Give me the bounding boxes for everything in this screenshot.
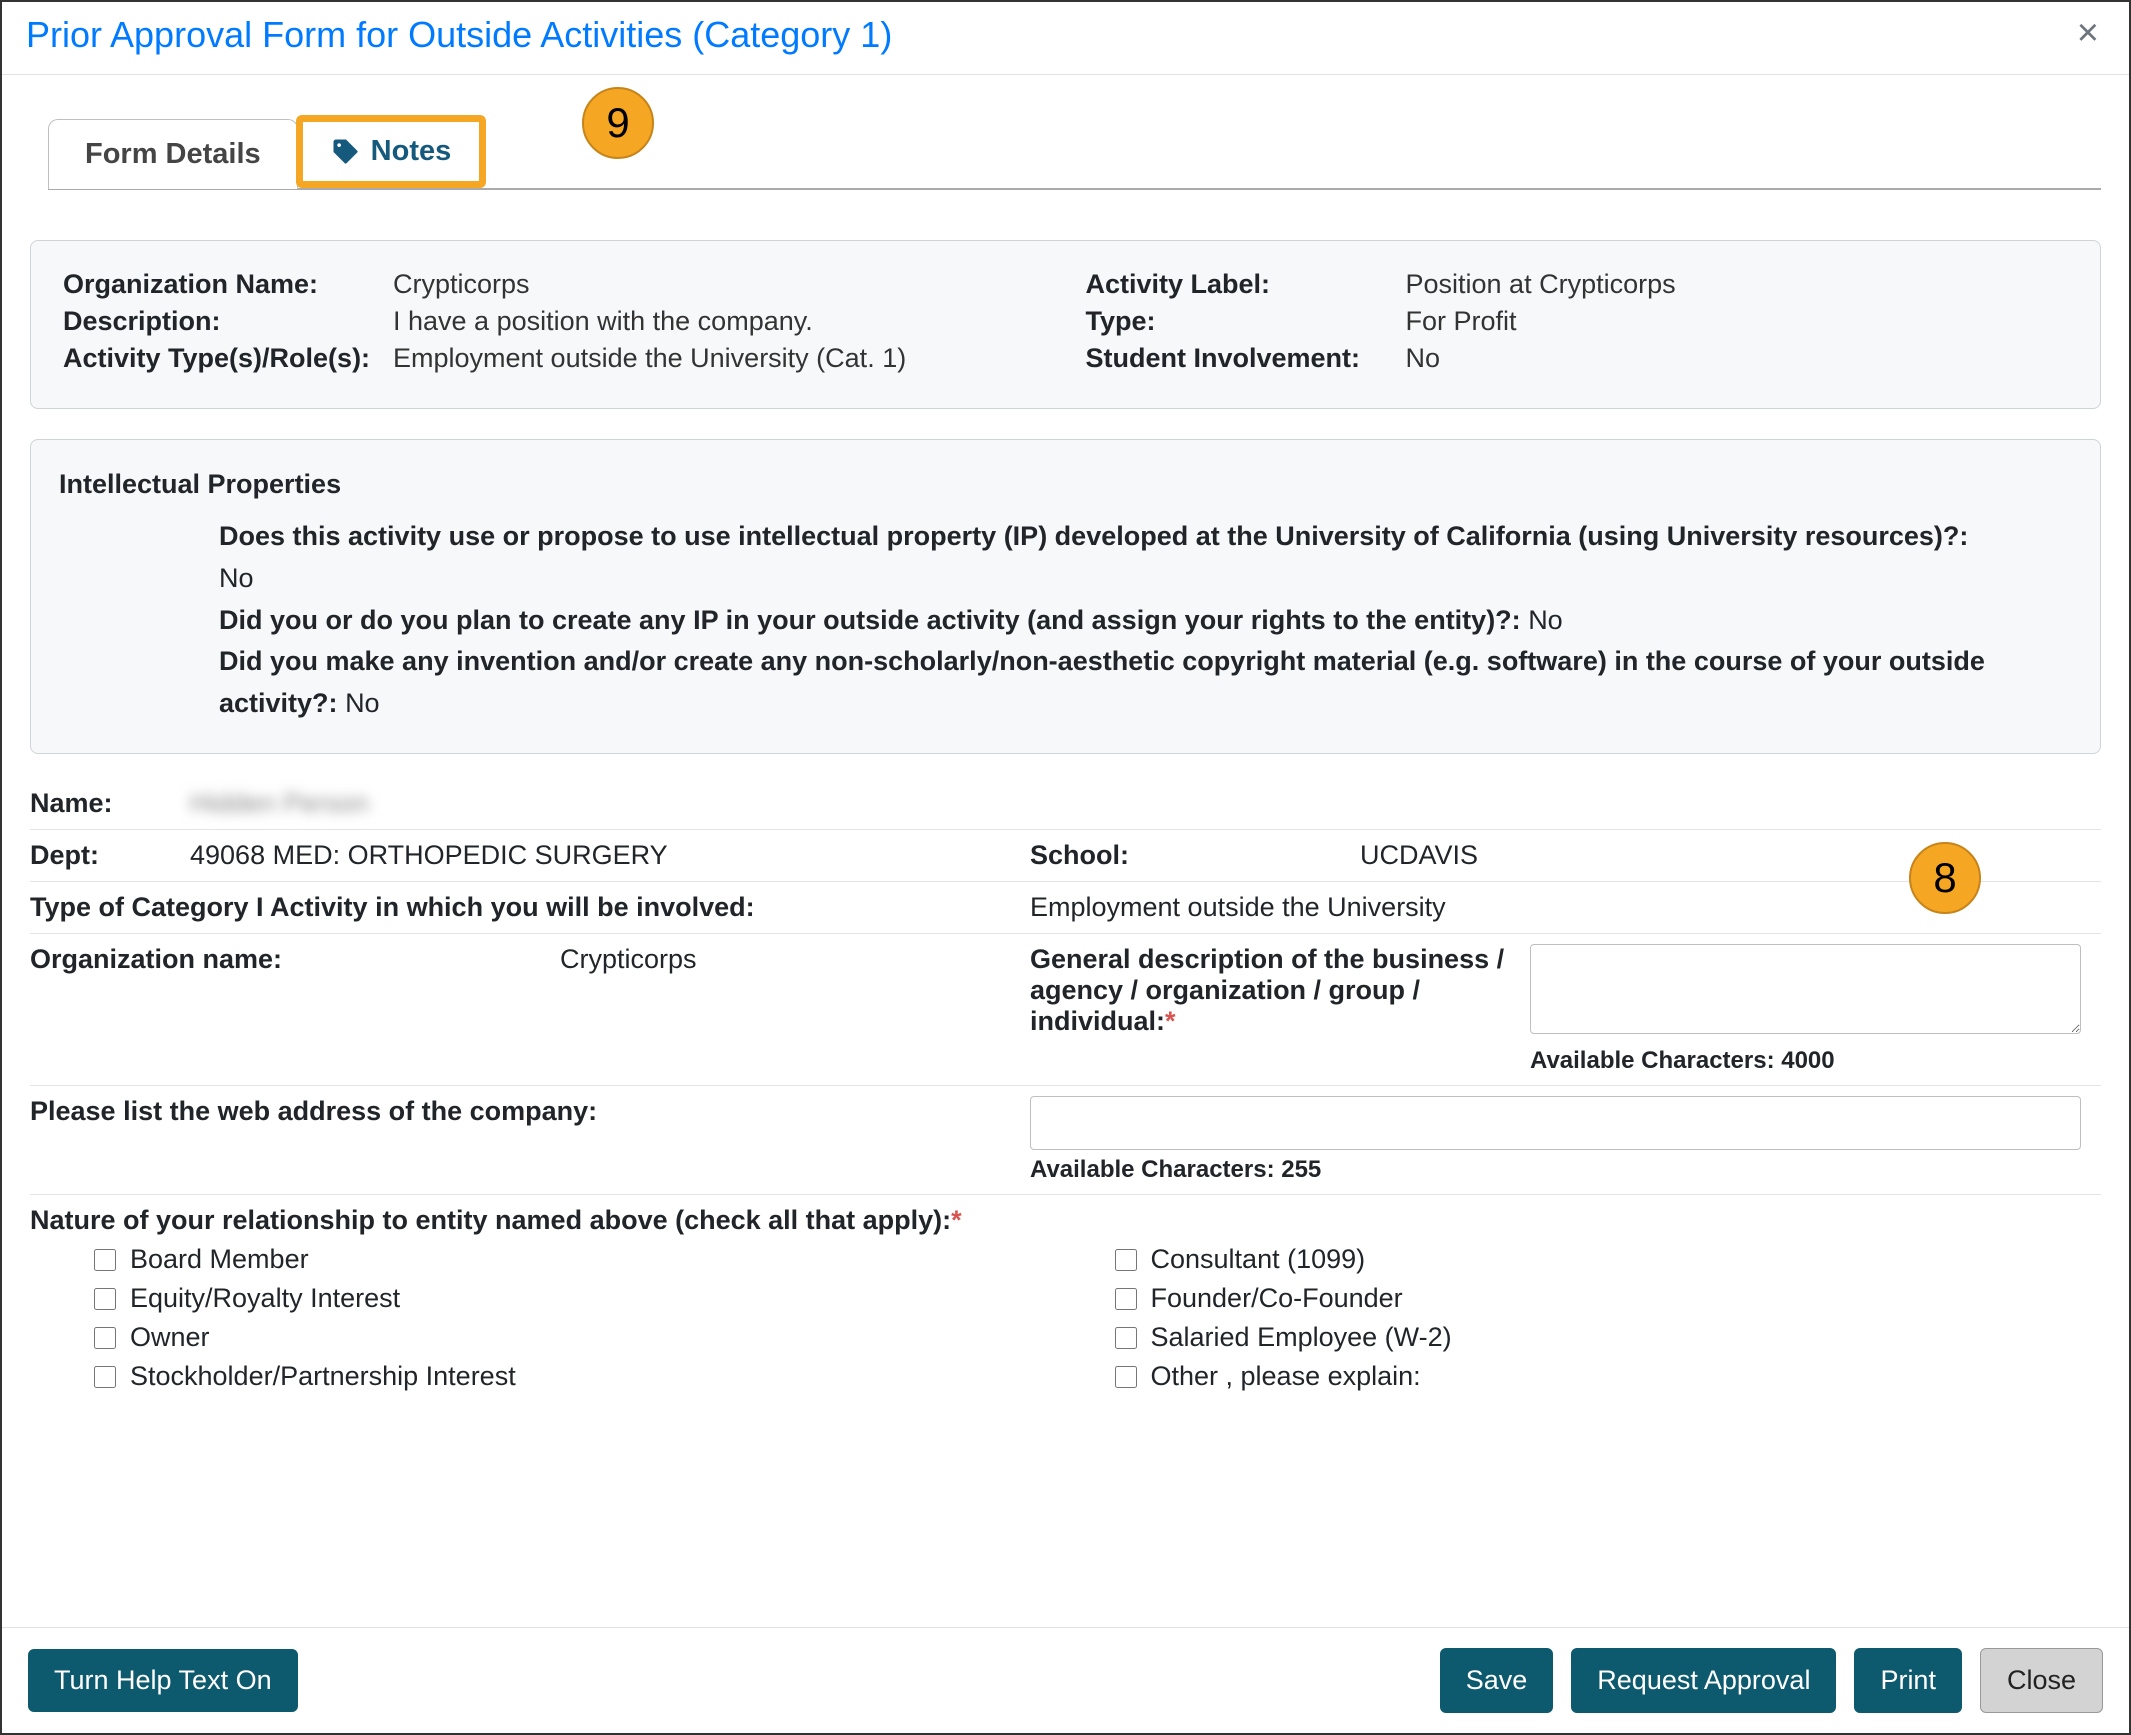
ip-q2: Did you or do you plan to create any IP … — [219, 605, 1521, 635]
row-web-address: Please list the web address of the compa… — [30, 1086, 2101, 1195]
category-activity-label: Type of Category I Activity in which you… — [30, 892, 1030, 923]
tab-row: Form Details Notes 9 — [48, 115, 2101, 190]
row-name: Name: Hidden Person — [30, 778, 2101, 830]
org-name-label: Organization Name: — [63, 269, 393, 300]
activity-types-value: Employment outside the University (Cat. … — [393, 343, 1046, 374]
row-dept-school: Dept: 49068 MED: ORTHOPEDIC SURGERY Scho… — [30, 830, 2101, 882]
type-value: For Profit — [1406, 306, 2069, 337]
checkbox-input[interactable] — [1115, 1288, 1137, 1310]
general-description-label: General description of the business / ag… — [1030, 944, 1504, 1036]
checkbox-label: Founder/Co-Founder — [1151, 1283, 1403, 1314]
modal-body-scroll[interactable]: Form Details Notes 9 Or — [2, 75, 2129, 1627]
organization-name-value: Crypticorps — [560, 944, 1030, 975]
ip-a3: No — [345, 688, 380, 718]
tab-form-details-label: Form Details — [85, 138, 261, 170]
ip-a2: No — [1528, 605, 1563, 635]
checkbox-equity-royalty[interactable]: Equity/Royalty Interest — [90, 1283, 1081, 1314]
nature-relationship-label: Nature of your relationship to entity na… — [30, 1205, 951, 1235]
checkbox-owner[interactable]: Owner — [90, 1322, 1081, 1353]
checkbox-input[interactable] — [1115, 1327, 1137, 1349]
activity-label-label: Activity Label: — [1086, 269, 1406, 300]
request-approval-button[interactable]: Request Approval — [1571, 1648, 1836, 1713]
required-asterisk: * — [1165, 1006, 1176, 1036]
school-value: UCDAVIS — [1360, 840, 2101, 871]
checkbox-label: Consultant (1099) — [1151, 1244, 1366, 1275]
available-characters-4000: Available Characters: 4000 — [1530, 1047, 2081, 1075]
tab-notes[interactable]: Notes — [296, 115, 487, 188]
tab-form-details[interactable]: Form Details — [48, 119, 298, 189]
checkbox-salaried-employee[interactable]: Salaried Employee (W-2) — [1111, 1322, 2102, 1353]
checkbox-label: Equity/Royalty Interest — [130, 1283, 400, 1314]
callout-8: 8 — [1909, 842, 1981, 914]
type-label: Type: — [1086, 306, 1406, 337]
name-value-redacted: Hidden Person — [190, 788, 369, 818]
relationship-checkbox-grid: Board Member Equity/Royalty Interest Own… — [30, 1236, 2101, 1400]
modal-footer: Turn Help Text On Save Request Approval … — [2, 1627, 2129, 1733]
checkbox-input[interactable] — [94, 1288, 116, 1310]
web-address-label: Please list the web address of the compa… — [30, 1096, 1030, 1127]
summary-box: Organization Name: Crypticorps Descripti… — [30, 240, 2101, 409]
checkbox-label: Salaried Employee (W-2) — [1151, 1322, 1452, 1353]
ip-heading: Intellectual Properties — [59, 464, 2072, 506]
checkbox-input[interactable] — [94, 1249, 116, 1271]
description-label: Description: — [63, 306, 393, 337]
checkbox-label: Owner — [130, 1322, 210, 1353]
general-description-input[interactable] — [1530, 944, 2081, 1034]
save-button[interactable]: Save — [1440, 1648, 1554, 1713]
dept-label: Dept: — [30, 840, 190, 871]
checkbox-label: Other , please explain: — [1151, 1361, 1421, 1392]
required-asterisk-2: * — [951, 1205, 962, 1235]
checkbox-consultant[interactable]: Consultant (1099) — [1111, 1244, 2102, 1275]
description-value: I have a position with the company. — [393, 306, 1046, 337]
student-involvement-label: Student Involvement: — [1086, 343, 1406, 374]
checkbox-board-member[interactable]: Board Member — [90, 1244, 1081, 1275]
callout-9: 9 — [582, 87, 654, 159]
modal-frame: Prior Approval Form for Outside Activiti… — [0, 0, 2131, 1735]
modal-header: Prior Approval Form for Outside Activiti… — [2, 2, 2129, 75]
name-label: Name: — [30, 788, 190, 819]
close-icon[interactable]: × — [2071, 14, 2105, 52]
row-category-activity: Type of Category I Activity in which you… — [30, 882, 2101, 934]
student-involvement-value: No — [1406, 343, 2069, 374]
available-characters-255: Available Characters: 255 — [1030, 1156, 2081, 1184]
row-org-gendesc: Organization name: Crypticorps General d… — [30, 934, 2101, 1086]
school-label: School: — [1030, 840, 1360, 871]
intellectual-properties-box: Intellectual Properties Does this activi… — [30, 439, 2101, 754]
org-name-value: Crypticorps — [393, 269, 1046, 300]
modal-body-wrap: Form Details Notes 9 Or — [2, 75, 2129, 1627]
print-button[interactable]: Print — [1854, 1648, 1962, 1713]
activity-types-label: Activity Type(s)/Role(s): — [63, 343, 393, 374]
checkbox-input[interactable] — [1115, 1366, 1137, 1388]
checkbox-label: Board Member — [130, 1244, 309, 1275]
checkbox-stockholder-partnership[interactable]: Stockholder/Partnership Interest — [90, 1361, 1081, 1392]
checkbox-input[interactable] — [94, 1366, 116, 1388]
row-nature-heading: Nature of your relationship to entity na… — [30, 1195, 2101, 1236]
ip-q1: Does this activity use or propose to use… — [219, 521, 1968, 551]
organization-name-label: Organization name: — [30, 944, 560, 975]
activity-label-value: Position at Crypticorps — [1406, 269, 2069, 300]
checkbox-input[interactable] — [94, 1327, 116, 1349]
checkbox-founder[interactable]: Founder/Co-Founder — [1111, 1283, 2102, 1314]
ip-a1: No — [219, 563, 254, 593]
modal-title: Prior Approval Form for Outside Activiti… — [26, 14, 892, 56]
checkbox-other[interactable]: Other , please explain: — [1111, 1361, 2102, 1392]
checkbox-label: Stockholder/Partnership Interest — [130, 1361, 516, 1392]
tab-notes-label: Notes — [371, 135, 452, 168]
tag-icon — [331, 137, 361, 167]
dept-value: 49068 MED: ORTHOPEDIC SURGERY — [190, 840, 1030, 871]
ip-q3: Did you make any invention and/or create… — [219, 646, 1985, 718]
checkbox-input[interactable] — [1115, 1249, 1137, 1271]
close-button[interactable]: Close — [1980, 1648, 2103, 1713]
web-address-input[interactable] — [1030, 1096, 2081, 1150]
help-text-button[interactable]: Turn Help Text On — [28, 1649, 298, 1712]
